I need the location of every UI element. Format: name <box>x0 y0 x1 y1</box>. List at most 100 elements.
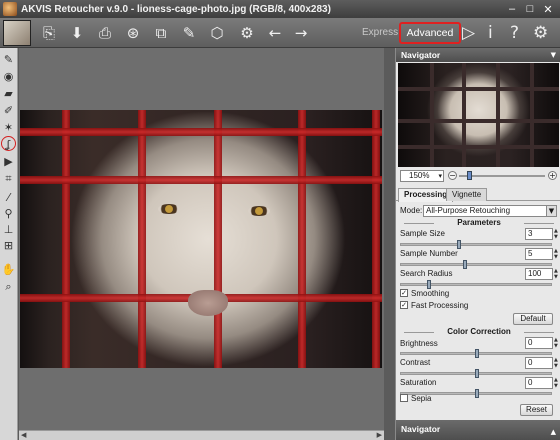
mode-select[interactable]: All-Purpose Retouching ▼ <box>423 205 557 217</box>
slider-thumb[interactable] <box>475 369 479 378</box>
close-button[interactable]: ✕ <box>542 3 554 16</box>
search-radius-field[interactable]: 100 <box>525 268 553 280</box>
back-icon[interactable]: ← <box>266 24 284 42</box>
search-radius-slider[interactable] <box>400 280 552 289</box>
tool-panel: ✎ ◉ ▰ ✐ ✶ ʆ ▶ ⌗ ⁄ ⚲ ⊥ ⊞ ✋ ⌕ <box>0 48 18 440</box>
bottom-panel-header[interactable]: Navigator ▲ <box>396 420 560 440</box>
slider-thumb[interactable] <box>457 240 461 249</box>
lasso-icon[interactable]: ʆ <box>1 136 16 151</box>
image-thumbnail[interactable] <box>3 20 31 46</box>
cage-bar <box>372 110 380 368</box>
navigator-header[interactable]: Navigator ▼ <box>396 48 560 62</box>
maximize-button[interactable]: □ <box>524 3 536 16</box>
lioness-photo[interactable] <box>20 110 382 368</box>
slider-thumb[interactable] <box>427 280 431 289</box>
plugin-icon[interactable]: ✎ <box>180 24 198 42</box>
zoom-icon[interactable]: ⌕ <box>1 279 16 294</box>
contrast-field[interactable]: 0 <box>525 357 553 369</box>
sample-size-stepper[interactable]: ▲ ▼ <box>554 228 559 240</box>
pencil-icon[interactable]: ✐ <box>1 103 16 118</box>
star-icon[interactable]: ✶ <box>1 120 16 135</box>
image-canvas[interactable]: ◀ ▶ <box>19 48 384 440</box>
cage-bar <box>398 119 559 123</box>
brightness-slider[interactable] <box>400 349 552 358</box>
settings-icon[interactable]: ⚙ <box>533 23 548 43</box>
settings-tabs: Processing Vignette <box>396 188 560 202</box>
scroll-left-icon[interactable]: ◀ <box>21 430 26 440</box>
print-icon[interactable]: ⎙ <box>96 24 114 42</box>
forward-icon[interactable]: → <box>292 24 310 42</box>
target-icon[interactable]: ◉ <box>1 69 16 84</box>
pipette-icon[interactable]: ⁄ <box>1 190 16 205</box>
fast-processing-checkbox[interactable]: ✓ <box>400 301 408 309</box>
chevron-down-icon: ▼ <box>546 206 556 216</box>
stamp-icon[interactable]: ⊥ <box>1 222 16 237</box>
cage-bar <box>20 128 382 136</box>
navigator-preview[interactable] <box>398 63 559 167</box>
info-icon[interactable]: i <box>488 23 493 43</box>
zoom-in-button[interactable]: + <box>548 171 557 180</box>
contrast-slider[interactable] <box>400 369 552 378</box>
cage-bar <box>20 176 382 184</box>
search-radius-stepper[interactable]: ▲ ▼ <box>554 268 559 280</box>
smoothing-checkbox[interactable]: ✓ <box>400 289 408 297</box>
collapse-icon[interactable]: ▲ <box>551 423 556 440</box>
sepia-label: Sepia <box>411 394 432 403</box>
sample-number-slider[interactable] <box>400 260 552 269</box>
cage-bar <box>214 110 222 368</box>
slider-thumb[interactable] <box>463 260 467 269</box>
bottom-panel-title: Navigator <box>401 424 441 434</box>
contrast-stepper[interactable]: ▲ ▼ <box>554 357 559 369</box>
clone-icon[interactable]: ⚲ <box>1 206 16 221</box>
slider-thumb[interactable] <box>475 349 479 358</box>
run-icon[interactable]: ▷ <box>462 23 475 43</box>
fast-processing-label: Fast Processing <box>411 301 469 310</box>
gear-cluster-icon[interactable]: ⚙ <box>238 24 256 42</box>
saturation-stepper[interactable]: ▲ ▼ <box>554 377 559 389</box>
cage-bar <box>398 87 559 91</box>
tab-processing[interactable]: Processing <box>398 188 454 202</box>
saturation-field[interactable]: 0 <box>525 377 553 389</box>
cage-bar <box>430 63 434 167</box>
help-icon[interactable]: ? <box>510 23 519 43</box>
sample-size-slider[interactable] <box>400 240 552 249</box>
settings-panel: Navigator ▼ 150% − + Processing Vignette… <box>395 48 560 440</box>
patch-icon[interactable]: ⊞ <box>1 238 16 253</box>
sample-number-label: Sample Number <box>400 249 458 258</box>
brightness-stepper[interactable]: ▲ ▼ <box>554 337 559 349</box>
save-icon[interactable]: ⬇ <box>68 24 86 42</box>
selection-brush-icon[interactable]: ✎ <box>1 52 16 67</box>
slider-thumb[interactable] <box>475 389 479 398</box>
eraser-icon[interactable]: ▰ <box>1 86 16 101</box>
hand-icon[interactable]: ✋ <box>1 262 16 277</box>
zoom-out-button[interactable]: − <box>448 171 457 180</box>
default-button[interactable]: Default <box>513 313 553 325</box>
cage-bar <box>530 63 534 167</box>
reset-button[interactable]: Reset <box>520 404 553 416</box>
cage-bar <box>496 63 500 167</box>
express-mode-button[interactable]: Express <box>362 27 398 38</box>
sample-number-field[interactable]: 5 <box>525 248 553 260</box>
title-bar: AKVIS Retoucher v.9.0 - lioness-cage-pho… <box>0 0 560 18</box>
advanced-mode-button[interactable]: Advanced <box>399 22 461 44</box>
scroll-right-icon[interactable]: ▶ <box>377 430 382 440</box>
horizontal-scrollbar[interactable]: ◀ ▶ <box>19 430 384 440</box>
minimize-button[interactable]: – <box>506 3 518 16</box>
open-icon[interactable]: ⎘ <box>40 24 58 42</box>
window-title: AKVIS Retoucher v.9.0 - lioness-cage-pho… <box>21 3 331 15</box>
collapse-icon[interactable]: ▼ <box>551 48 556 62</box>
plugin-icon-2[interactable]: ⬡ <box>208 24 226 42</box>
share-icon[interactable]: ⊛ <box>124 24 142 42</box>
sepia-checkbox[interactable] <box>400 394 408 402</box>
smoothing-label: Smoothing <box>411 289 450 298</box>
crop-icon[interactable]: ⌗ <box>1 171 16 186</box>
zoom-slider-thumb[interactable] <box>467 171 473 180</box>
brightness-field[interactable]: 0 <box>525 337 553 349</box>
sample-size-field[interactable]: 3 <box>525 228 553 240</box>
color-correction-heading: Color Correction <box>400 327 558 336</box>
batch-icon[interactable]: ⧉ <box>152 24 170 42</box>
tab-vignette[interactable]: Vignette <box>446 188 488 201</box>
zoom-level-select[interactable]: 150% <box>400 170 444 182</box>
run-tool-icon[interactable]: ▶ <box>1 154 16 169</box>
sample-number-stepper[interactable]: ▲ ▼ <box>554 248 559 260</box>
